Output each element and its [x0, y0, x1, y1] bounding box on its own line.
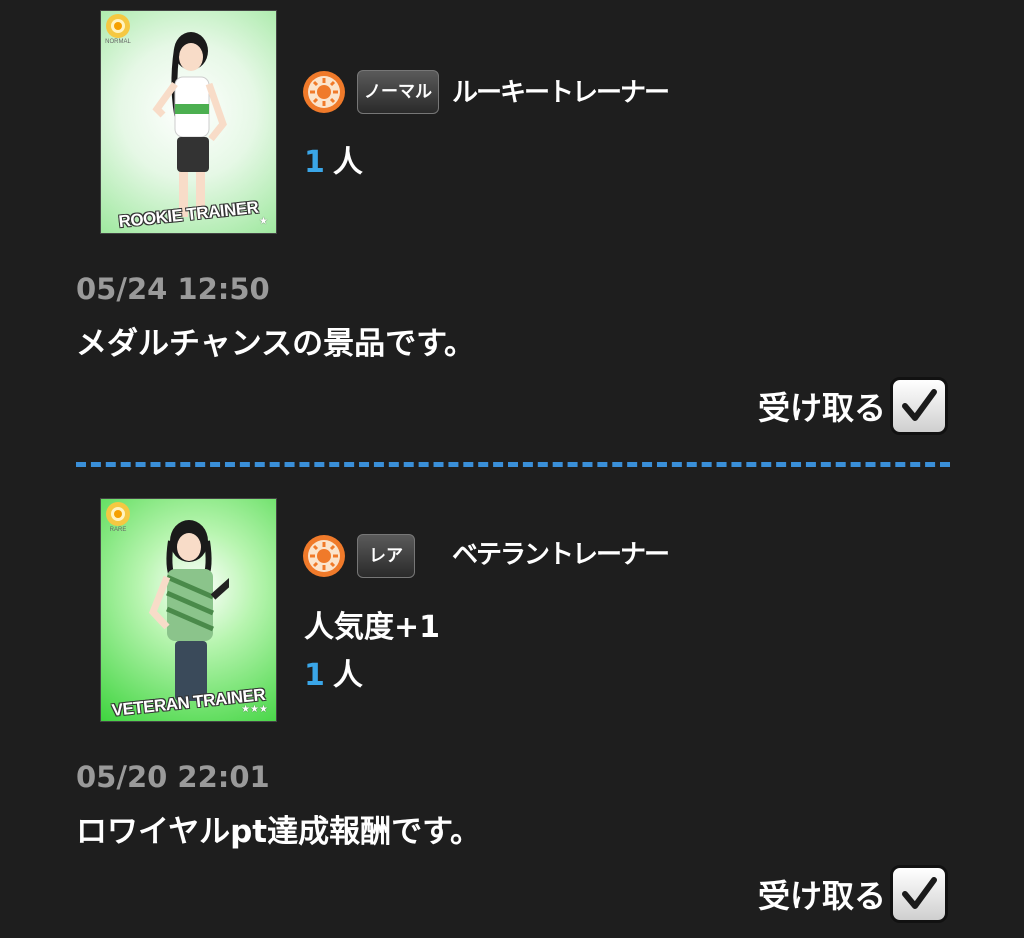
- checkmark-glyph: [902, 389, 937, 421]
- quantity: 1人: [304, 137, 363, 181]
- receive-button[interactable]: 受け取る: [758, 863, 948, 925]
- card-rarity-text: NORMAL: [105, 39, 131, 45]
- checkmark-glyph: [902, 877, 937, 909]
- quantity-unit: 人: [332, 145, 363, 180]
- sun-attribute-icon: [303, 535, 345, 577]
- idol-name: ルーキートレーナー: [452, 78, 670, 108]
- quantity: 1人: [304, 650, 363, 694]
- sun-icon: [106, 14, 130, 38]
- idol-figure-illustration: [152, 32, 227, 217]
- card-rarity-mark: NORMAL: [103, 13, 133, 53]
- gift-message: メダルチャンスの景品です。: [76, 326, 475, 362]
- rarity-badge: レア: [357, 534, 415, 578]
- receive-label: 受け取る: [757, 389, 886, 427]
- idol-name: ベテラントレーナー: [452, 540, 670, 570]
- receive-button[interactable]: 受け取る: [758, 375, 948, 437]
- gift-message: ロワイヤルpt達成報酬です。: [76, 814, 481, 850]
- received-date: 05/24 12:50: [76, 272, 270, 306]
- card-rarity-text: RARE: [109, 527, 127, 533]
- sun-icon: [106, 502, 130, 526]
- idol-card-image[interactable]: RARE VETERAN TRAINER ★★★: [100, 498, 277, 722]
- received-date: 05/20 22:01: [76, 760, 270, 794]
- idol-card-image[interactable]: NORMAL ROOKIE TRAINER ★: [100, 10, 277, 234]
- card-stars: ★★★: [241, 704, 268, 715]
- quantity-unit: 人: [332, 658, 363, 693]
- popularity-effect: 人気度+1: [304, 610, 441, 645]
- card-stars: ★: [259, 216, 268, 227]
- quantity-number: 1: [304, 145, 325, 180]
- entry-divider: [76, 462, 950, 467]
- sun-attribute-icon: [303, 71, 345, 113]
- receive-label: 受け取る: [757, 877, 886, 915]
- gift-list-page: NORMAL ROOKIE TRAINER ★ ノーマル ルーキートレーナー 1…: [0, 0, 1024, 938]
- checkmark-icon[interactable]: [890, 865, 948, 923]
- checkmark-icon[interactable]: [890, 377, 948, 435]
- rarity-badge: ノーマル: [357, 70, 439, 114]
- idol-figure-illustration: [149, 520, 229, 701]
- quantity-number: 1: [304, 658, 325, 693]
- card-rarity-mark: RARE: [103, 501, 133, 541]
